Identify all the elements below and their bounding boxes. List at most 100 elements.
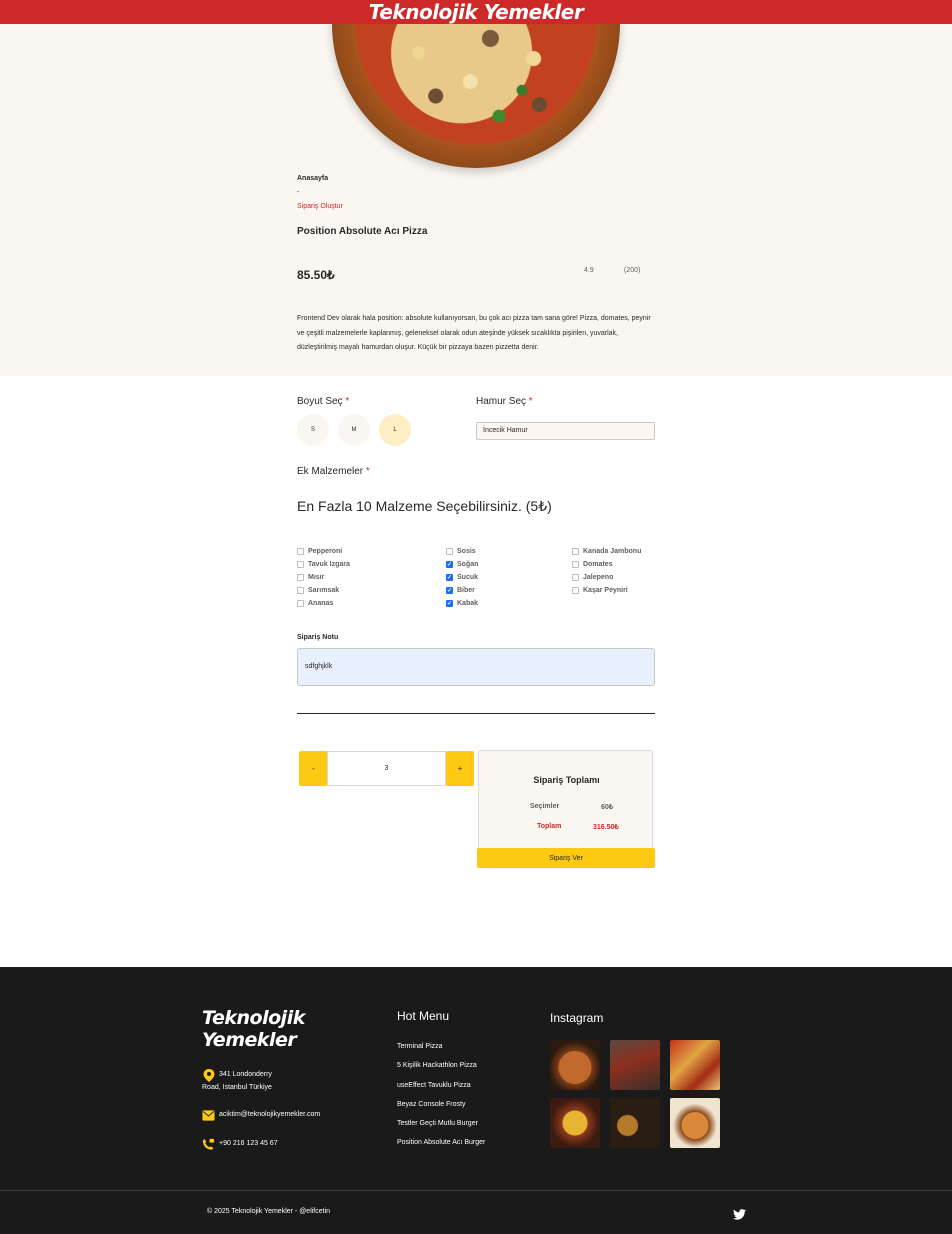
- hot-menu-item[interactable]: useEffect Tavuklu Pizza: [397, 1082, 471, 1089]
- topping-option[interactable]: ✓ Sucuk: [446, 574, 478, 581]
- footer-address-line2: Road, Istanbul Türkiye: [202, 1082, 272, 1094]
- topping-checkbox[interactable]: [572, 574, 579, 581]
- quantity-value: 3: [327, 751, 446, 786]
- address-line1: 341 Londonderry: [219, 1071, 272, 1078]
- topping-checkbox[interactable]: [297, 574, 304, 581]
- twitter-icon[interactable]: [733, 1207, 747, 1220]
- email-text: aciktim@teknolojikyemekler.com: [219, 1111, 321, 1118]
- topping-label: Ananas: [308, 600, 334, 607]
- breadcrumb: Anasayfa - Sipariş Oluştur: [297, 172, 343, 214]
- product-review-count: (200): [624, 267, 641, 274]
- topping-option[interactable]: ✓ Kabak: [446, 600, 478, 607]
- instagram-thumb-burger[interactable]: [550, 1098, 600, 1148]
- product-rating: 4.9: [584, 267, 594, 274]
- instagram-thumb-pizza[interactable]: [550, 1040, 600, 1090]
- topping-checkbox[interactable]: [297, 561, 304, 568]
- required-mark: *: [528, 396, 533, 407]
- topping-checkbox[interactable]: [297, 600, 304, 607]
- topping-option[interactable]: ✓ Soğan: [446, 561, 478, 568]
- order-summary-card: Sipariş Toplamı Seçimler 60₺ Toplam 316.…: [478, 750, 653, 852]
- divider: [297, 713, 655, 714]
- pizza-image: [332, 0, 620, 168]
- topping-checkbox[interactable]: [572, 548, 579, 555]
- topping-checkbox[interactable]: ✓: [446, 574, 453, 581]
- required-mark: *: [365, 466, 370, 477]
- topping-option[interactable]: Pepperoni: [297, 548, 342, 555]
- required-mark: *: [345, 396, 350, 407]
- selections-value: 60₺: [601, 804, 614, 811]
- topping-option[interactable]: Sarımsak: [297, 587, 339, 594]
- topping-checkbox[interactable]: ✓: [446, 600, 453, 607]
- footer-email[interactable]: aciktim@teknolojikyemekler.com: [202, 1109, 320, 1122]
- topping-checkbox[interactable]: [297, 587, 304, 594]
- topping-option[interactable]: Tavuk Izgara: [297, 561, 350, 568]
- topping-option[interactable]: Kanada Jambonu: [572, 548, 641, 555]
- topping-option[interactable]: Sosis: [446, 548, 476, 555]
- order-summary-title: Sipariş Toplamı: [533, 775, 600, 785]
- extras-label: Ek Malzemeler *: [297, 466, 370, 477]
- topping-checkbox[interactable]: [572, 561, 579, 568]
- submit-order-button[interactable]: Sipariş Ver: [477, 848, 655, 868]
- size-option-m[interactable]: M: [338, 414, 370, 446]
- topping-option[interactable]: Kaşar Peyniri: [572, 587, 628, 594]
- instagram-thumb-burgers[interactable]: [610, 1098, 660, 1148]
- dough-label-text: Hamur Seç: [476, 396, 527, 407]
- size-option-s[interactable]: S: [297, 414, 329, 446]
- product-title: Position Absolute Acı Pizza: [297, 226, 428, 237]
- size-label: Boyut Seç *: [297, 396, 349, 407]
- hot-menu-item[interactable]: Terminal Pizza: [397, 1043, 443, 1050]
- footer-logo-line2: Yemekler: [202, 1029, 297, 1051]
- topping-label: Mısır: [308, 574, 325, 581]
- order-note-label: Sipariş Notu: [297, 634, 339, 641]
- topping-label: Biber: [457, 587, 475, 594]
- topping-label: Jalepeno: [583, 574, 614, 581]
- topping-option[interactable]: ✓ Biber: [446, 587, 475, 594]
- selections-label: Seçimler: [530, 803, 560, 810]
- hot-menu-item[interactable]: Beyaz Console Frosty: [397, 1101, 465, 1108]
- total-value: 316.50₺: [593, 824, 619, 831]
- product-description: Frontend Dev olarak hala position: absol…: [297, 315, 651, 351]
- topping-checkbox[interactable]: [446, 548, 453, 555]
- instagram-title: Instagram: [550, 1011, 604, 1025]
- topping-option[interactable]: Ananas: [297, 600, 333, 607]
- topping-option[interactable]: Mısır: [297, 574, 324, 581]
- mail-icon: [202, 1109, 215, 1122]
- increase-quantity-button[interactable]: +: [446, 751, 474, 786]
- breadcrumb-separator: -: [297, 189, 300, 196]
- breadcrumb-current[interactable]: Sipariş Oluştur: [297, 200, 343, 214]
- dough-label: Hamur Seç *: [476, 396, 533, 407]
- order-note-input[interactable]: sdfghjklk: [297, 648, 655, 686]
- dough-select[interactable]: İncecik Hamur: [476, 422, 655, 440]
- copyright-text: © 2025 Teknolojik Yemekler - @elifcetin: [207, 1208, 331, 1215]
- topping-label: Sarımsak: [308, 587, 340, 594]
- breadcrumb-home-link[interactable]: Anasayfa: [297, 172, 343, 186]
- size-option-l[interactable]: L: [379, 414, 411, 446]
- footer-logo[interactable]: Teknolojik Yemekler: [202, 1007, 305, 1051]
- address-line2: Road, Istanbul Türkiye: [202, 1084, 272, 1091]
- topping-label: Soğan: [457, 561, 479, 568]
- hot-menu-item[interactable]: Testler Geçti Mutlu Burger: [397, 1120, 478, 1127]
- topping-label: Kaşar Peyniri: [583, 587, 628, 594]
- decrease-quantity-button[interactable]: -: [299, 751, 328, 786]
- extras-limit-title: En Fazla 10 Malzeme Seçebilirsiniz. (5₺): [297, 498, 552, 514]
- topping-option[interactable]: Domates: [572, 561, 613, 568]
- instagram-thumb-fries[interactable]: [670, 1040, 720, 1090]
- topping-label: Sosis: [457, 548, 476, 555]
- top-header: Teknolojik Yemekler: [0, 0, 952, 24]
- topping-label: Kanada Jambonu: [583, 548, 642, 555]
- topping-checkbox[interactable]: [572, 587, 579, 594]
- topping-label: Tavuk Izgara: [308, 561, 350, 568]
- topping-option[interactable]: Jalepeno: [572, 574, 613, 581]
- brand-logo[interactable]: Teknolojik Yemekler: [369, 0, 584, 24]
- footer-logo-line1: Teknolojik: [202, 1007, 305, 1029]
- location-pin-icon: [202, 1069, 215, 1082]
- topping-checkbox[interactable]: ✓: [446, 561, 453, 568]
- footer-divider: [0, 1190, 952, 1191]
- hot-menu-item[interactable]: Position Absolute Acı Burger: [397, 1139, 485, 1146]
- topping-checkbox[interactable]: ✓: [446, 587, 453, 594]
- instagram-thumb-grill[interactable]: [610, 1040, 660, 1090]
- topping-checkbox[interactable]: [297, 548, 304, 555]
- footer-phone[interactable]: +90 216 123 45 67: [202, 1138, 278, 1151]
- hot-menu-item[interactable]: 5 Kişilik Hackathlon Pizza: [397, 1062, 477, 1069]
- instagram-thumb-cheeseburger[interactable]: [670, 1098, 720, 1148]
